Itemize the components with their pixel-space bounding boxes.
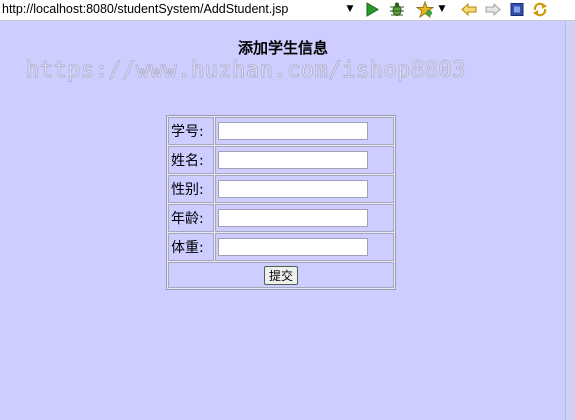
go-icon[interactable]: [363, 1, 381, 18]
form-row-submit: 提交: [168, 262, 394, 288]
form-row-name: 姓名:: [168, 146, 394, 174]
field-label: 学号:: [168, 117, 214, 145]
vertical-scrollbar[interactable]: [565, 21, 575, 420]
name-input[interactable]: [218, 151, 368, 169]
favorites-star-icon[interactable]: [416, 1, 434, 18]
age-input[interactable]: [218, 209, 368, 227]
field-label: 姓名:: [168, 146, 214, 174]
forward-arrow-icon[interactable]: [484, 1, 502, 18]
favorites-dropdown-icon[interactable]: ▼: [437, 1, 447, 18]
debug-bug-icon[interactable]: [388, 1, 406, 18]
field-label: 年龄:: [168, 204, 214, 232]
weight-input[interactable]: [218, 238, 368, 256]
page-title: 添加学生信息: [237, 39, 328, 57]
refresh-icon[interactable]: [531, 1, 549, 18]
student-id-input[interactable]: [218, 122, 368, 140]
field-label: 性别:: [168, 175, 214, 203]
form-row-age: 年龄:: [168, 204, 394, 232]
submit-button[interactable]: 提交: [263, 265, 298, 285]
form-row-gender: 性别:: [168, 175, 394, 203]
address-dropdown-icon[interactable]: ▼: [343, 0, 357, 19]
browser-toolbar: http://localhost:8080/studentSystem/AddS…: [0, 0, 575, 21]
form-row-student-id: 学号:: [168, 117, 394, 145]
watermark: https://www.huzhan.com/ishop8803: [26, 58, 466, 84]
stop-icon[interactable]: [508, 1, 526, 18]
add-student-form: 学号: 姓名: 性别: 年龄: 体重: 提交: [166, 115, 396, 290]
address-bar[interactable]: http://localhost:8080/studentSystem/AddS…: [0, 0, 357, 19]
back-arrow-icon[interactable]: [460, 1, 478, 18]
gender-input[interactable]: [218, 180, 368, 198]
form-row-weight: 体重:: [168, 233, 394, 261]
field-label: 体重:: [168, 233, 214, 261]
